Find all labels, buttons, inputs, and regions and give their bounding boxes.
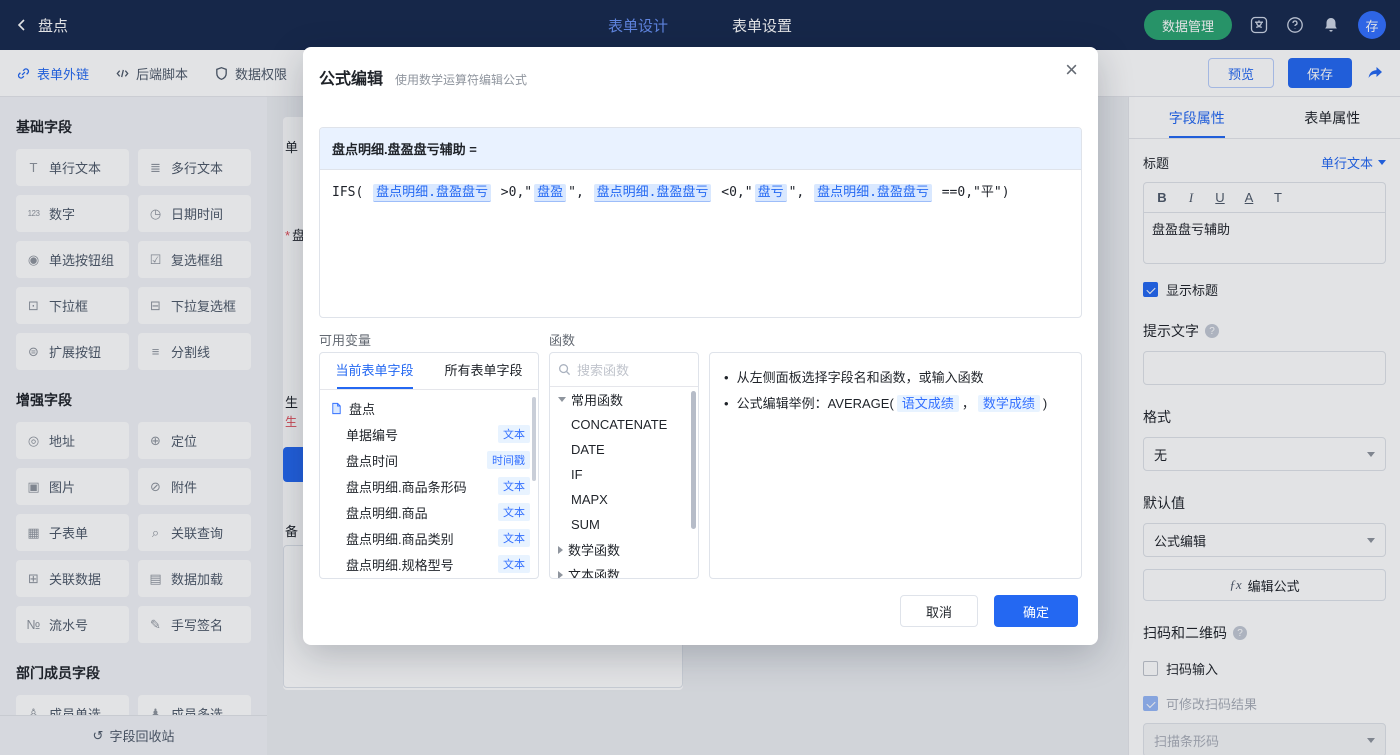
formula-box: 盘点明细.盘盈盘亏辅助 = IFS( 盘点明细.盘盈盘亏 >0,"盘盈", 盘点… (319, 127, 1082, 318)
function-group[interactable]: 文本函数 (550, 562, 698, 579)
scrollbar-thumb[interactable] (532, 397, 536, 481)
variable-name: 盘点明细.商品 (346, 503, 428, 522)
formula-code: ", (568, 185, 591, 200)
search-icon (558, 363, 571, 376)
bullet-icon: • (724, 370, 729, 385)
function-item[interactable]: CONCATENATE (550, 412, 698, 437)
functions-panel: 搜索函数 常用函数 CONCATENATEDATEIFMAPXSUM 数学函数文本函… (549, 352, 699, 579)
formula-code: ", (789, 185, 812, 200)
variables-column: 可用变量 当前表单字段 所有表单字段 盘点 单据编号文本盘点时间时间戳盘点明细.… (319, 330, 539, 579)
formula-editor[interactable]: IFS( 盘点明细.盘盈盘亏 >0,"盘盈", 盘点明细.盘盈盘亏 <0,"盘亏… (320, 170, 1081, 317)
variable-type-tag: 文本 (498, 425, 530, 443)
modal-panels: 可用变量 当前表单字段 所有表单字段 盘点 单据编号文本盘点时间时间戳盘点明细.… (319, 330, 1082, 579)
function-group-label: 数学函数 (568, 540, 620, 559)
variable-type-tag: 文本 (498, 503, 530, 521)
bullet-icon: • (724, 396, 729, 411)
function-group[interactable]: 常用函数 (550, 387, 698, 412)
help-panel: • 从左侧面板选择字段名和函数，或输入函数 • 公式编辑举例：AVERAGE(语文成… (709, 352, 1082, 579)
variables-root[interactable]: 盘点 (320, 395, 538, 421)
function-search[interactable]: 搜索函数 (550, 353, 698, 387)
variable-name: 盘点明细.规格型号 (346, 555, 454, 574)
function-tree: 常用函数 CONCATENATEDATEIFMAPXSUM 数学函数文本函数 (550, 387, 698, 579)
function-group[interactable]: 数学函数 (550, 537, 698, 562)
help-text: ) (1043, 396, 1047, 411)
variables-root-label: 盘点 (349, 399, 375, 418)
formula-target: 盘点明细.盘盈盘亏辅助 = (320, 128, 1081, 170)
chevron-right-icon (558, 571, 563, 579)
variable-name: 盘点明细.商品类别 (346, 529, 454, 548)
variable-item[interactable]: 盘点明细.商品类别 文本 (320, 525, 538, 551)
variable-item[interactable]: 盘点明细.商品条形码 文本 (320, 473, 538, 499)
variable-item[interactable]: 盘点明细.规格型号 文本 (320, 551, 538, 577)
help-text: 公式编辑举例：AVERAGE( (737, 396, 894, 411)
function-item[interactable]: MAPX (550, 487, 698, 512)
help-body: • 从左侧面板选择字段名和函数，或输入函数 • 公式编辑举例：AVERAGE(语文成… (710, 353, 1081, 429)
help-label-spacer (709, 330, 1082, 352)
formula-string-token: 盘盈 (534, 184, 566, 202)
variable-item[interactable]: 盘点明细.商品 文本 (320, 499, 538, 525)
cancel-button[interactable]: 取消 (900, 595, 978, 627)
chevron-down-icon (558, 397, 566, 402)
formula-code: ==0,"平") (934, 185, 1010, 200)
variables-label: 可用变量 (319, 330, 539, 352)
tab-all-form-fields[interactable]: 所有表单字段 (429, 353, 538, 389)
variable-item[interactable]: 单据编号 文本 (320, 421, 538, 447)
tab-current-form-fields[interactable]: 当前表单字段 (320, 353, 429, 389)
variable-type-tag: 时间戳 (487, 451, 530, 469)
formula-code: IFS( (332, 185, 371, 200)
help-line: • 从左侧面板选择字段名和函数，或输入函数 (724, 365, 1067, 391)
function-item[interactable]: SUM (550, 512, 698, 537)
app-root: 盘点 表单设计 表单设置 数据管理 存 表单外链 后端脚本 (0, 0, 1400, 755)
document-icon (330, 402, 343, 415)
variable-list: 单据编号文本盘点时间时间戳盘点明细.商品条形码文本盘点明细.商品文本盘点明细.商… (320, 421, 538, 577)
help-text: 从左侧面板选择字段名和函数，或输入函数 (737, 370, 984, 385)
variables-panel: 当前表单字段 所有表单字段 盘点 单据编号文本盘点时间时间戳盘点明细.商品条形码… (319, 352, 539, 579)
variable-name: 单据编号 (346, 425, 398, 444)
variable-type-tag: 文本 (498, 477, 530, 495)
variable-type-tag: 文本 (498, 529, 530, 547)
variable-name: 盘点时间 (346, 451, 398, 470)
example-field-chip: 数学成绩 (978, 395, 1040, 412)
close-icon[interactable]: × (1065, 59, 1078, 81)
modal-header: 公式编辑 使用数学运算符编辑公式 (303, 47, 1098, 89)
modal-title: 公式编辑 (319, 65, 383, 89)
help-text: ， (962, 396, 975, 411)
functions-label: 函数 (549, 330, 699, 352)
confirm-button[interactable]: 确定 (994, 595, 1078, 627)
modal-subtitle: 使用数学运算符编辑公式 (395, 71, 527, 88)
variable-item[interactable]: 盘点时间 时间戳 (320, 447, 538, 473)
help-column: • 从左侧面板选择字段名和函数，或输入函数 • 公式编辑举例：AVERAGE(语文成… (709, 330, 1082, 579)
functions-column: 函数 搜索函数 常用函数 CONCATENATEDATEIFMAPXSUM 数学函数… (549, 330, 699, 579)
function-item[interactable]: DATE (550, 437, 698, 462)
function-group-label: 常用函数 (571, 390, 623, 409)
search-placeholder: 搜索函数 (577, 360, 629, 379)
formula-field-token: 盘点明细.盘盈盘亏 (814, 184, 932, 202)
formula-string-token: 盘亏 (755, 184, 787, 202)
scrollbar-thumb[interactable] (691, 391, 696, 529)
modal-footer: 取消 确定 (900, 595, 1078, 627)
variables-tabs: 当前表单字段 所有表单字段 (320, 353, 538, 390)
function-group-label: 文本函数 (568, 565, 620, 579)
formula-field-token: 盘点明细.盘盈盘亏 (373, 184, 491, 202)
example-field-chip: 语文成绩 (897, 395, 959, 412)
variable-name: 盘点明细.商品条形码 (346, 477, 467, 496)
variables-tree: 盘点 单据编号文本盘点时间时间戳盘点明细.商品条形码文本盘点明细.商品文本盘点明… (320, 390, 538, 577)
formula-edit-modal: 公式编辑 使用数学运算符编辑公式 × 盘点明细.盘盈盘亏辅助 = IFS( 盘点… (303, 47, 1098, 645)
variable-type-tag: 文本 (498, 555, 530, 573)
formula-code: <0," (713, 185, 752, 200)
formula-field-token: 盘点明细.盘盈盘亏 (594, 184, 712, 202)
function-item[interactable]: IF (550, 462, 698, 487)
formula-code: >0," (493, 185, 532, 200)
chevron-right-icon (558, 546, 563, 554)
help-line: • 公式编辑举例：AVERAGE(语文成绩，数学成绩) (724, 391, 1067, 417)
